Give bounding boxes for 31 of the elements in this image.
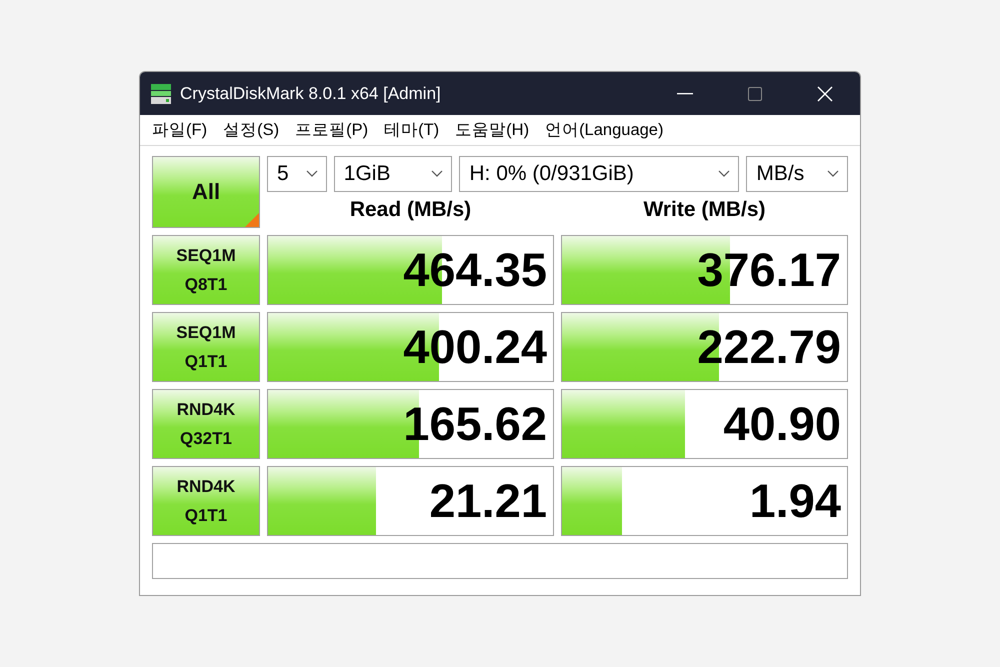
menu-item[interactable]: 프로필(P) bbox=[287, 119, 376, 141]
dropdown[interactable]: H: 0% (0/931GiB) bbox=[459, 156, 740, 192]
corner-triangle-icon bbox=[245, 213, 259, 227]
window-title: CrystalDiskMark 8.0.1 x64 [Admin] bbox=[180, 84, 442, 104]
chevron-icon bbox=[827, 170, 839, 178]
minimize-icon bbox=[677, 92, 693, 94]
close-icon bbox=[817, 86, 833, 102]
test-button[interactable]: SEQ1M Q8T1 bbox=[152, 235, 260, 305]
column-header: Read (MB/s) bbox=[348, 198, 472, 222]
menu-item[interactable]: 테마(T) bbox=[376, 119, 448, 141]
menu-item[interactable]: 파일(F) bbox=[144, 119, 216, 141]
menu-item[interactable]: 도움말(H) bbox=[447, 119, 538, 141]
chevron-icon bbox=[306, 170, 318, 178]
maximize-icon bbox=[748, 86, 762, 100]
dropdown[interactable]: MB/s bbox=[746, 156, 848, 192]
dropdown[interactable]: 1GiB bbox=[334, 156, 452, 192]
menu-item[interactable]: 설정(S) bbox=[215, 119, 288, 141]
result-value: 21.21 bbox=[428, 473, 548, 529]
column-header: Write (MB/s) bbox=[642, 198, 767, 222]
test-button[interactable]: RND4K Q32T1 bbox=[152, 389, 260, 459]
result-value: 1.94 bbox=[748, 473, 842, 529]
chevron-icon bbox=[718, 170, 730, 178]
test-button[interactable]: RND4K Q1T1 bbox=[152, 466, 260, 536]
disk-drive-icon bbox=[150, 82, 172, 104]
chevron-icon bbox=[431, 170, 444, 178]
run-all-button[interactable]: All bbox=[152, 156, 260, 228]
dropdown[interactable]: 5 bbox=[267, 156, 327, 192]
result-value: 40.90 bbox=[722, 396, 842, 452]
comment-field[interactable] bbox=[152, 543, 848, 579]
menu-item[interactable]: 언어(Language) bbox=[537, 119, 672, 141]
test-button[interactable]: SEQ1M Q1T1 bbox=[152, 312, 260, 382]
